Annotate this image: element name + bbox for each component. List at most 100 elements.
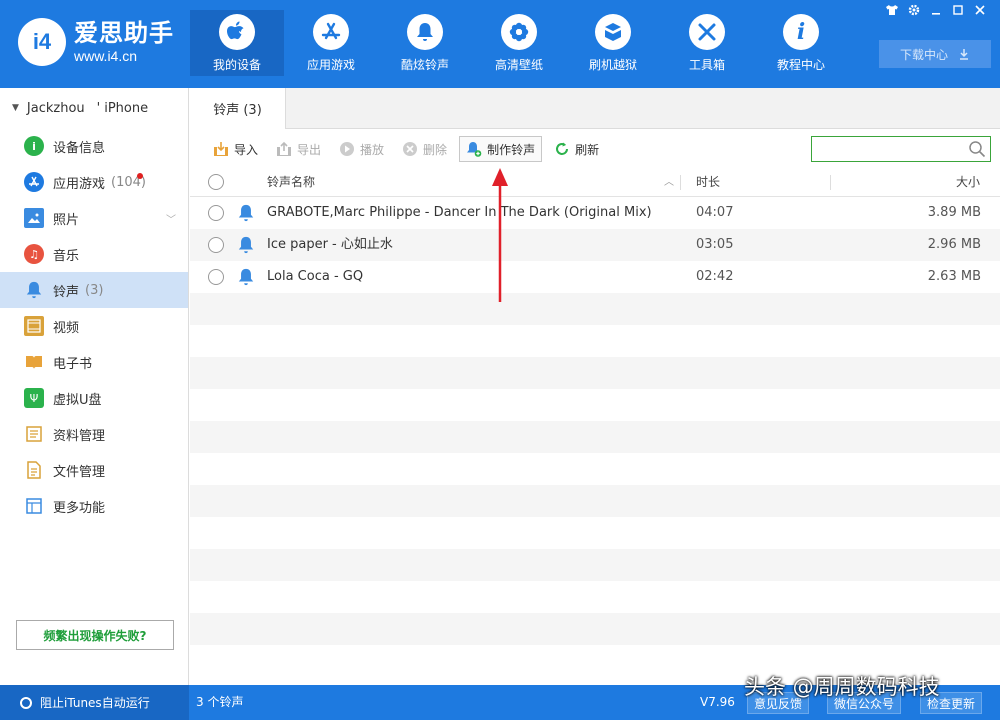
empty-row	[190, 421, 1000, 453]
sidebar: ▼ Jackzhou ' iPhone i 设备信息 应用游戏 (104) 照片…	[0, 88, 189, 685]
nav-label: 酷炫铃声	[400, 58, 449, 72]
sidebar-item-device-info[interactable]: i 设备信息	[0, 128, 188, 164]
bell-plus-icon	[466, 141, 482, 157]
sidebar-item-label: 铃声	[53, 284, 80, 300]
sidebar-item-ringtones[interactable]: 铃声 (3)	[0, 272, 188, 308]
table-row[interactable]: Lola Coca - GQ 02:42 2.63 MB	[190, 261, 1000, 293]
block-itunes-label: 阻止iTunes自动运行	[40, 696, 150, 710]
sidebar-item-label: 应用游戏	[53, 176, 106, 192]
notification-dot	[137, 173, 143, 179]
app-name: 爱思助手	[74, 19, 174, 47]
ringtone-name: Ice paper - 心如止水	[267, 237, 393, 252]
file-icon	[24, 460, 44, 480]
nav-my-device[interactable]: 我的设备	[190, 10, 284, 76]
ringtone-size: 2.63 MB	[927, 269, 981, 284]
bell-icon	[407, 14, 443, 50]
table-row[interactable]: Ice paper - 心如止水 03:05 2.96 MB	[190, 229, 1000, 261]
main-nav: 我的设备 应用游戏 酷炫铃声 高清壁纸 刷机越狱 工具箱 i 教程中心	[190, 10, 848, 76]
tab-bar: 铃声 (3)	[190, 88, 1000, 129]
refresh-label: 刷新	[575, 142, 600, 157]
nav-label: 高清壁纸	[494, 58, 543, 72]
nav-apps[interactable]: 应用游戏	[284, 10, 378, 76]
info-icon: i	[24, 136, 44, 156]
grid-icon	[24, 496, 44, 516]
device-selector[interactable]: ▼ Jackzhou ' iPhone	[0, 88, 188, 128]
play-button[interactable]: 播放	[333, 136, 390, 162]
help-button[interactable]: 频繁出现操作失败?	[16, 620, 174, 650]
info-icon: i	[783, 14, 819, 50]
export-button[interactable]: 导出	[270, 136, 327, 162]
device-separator: '	[96, 100, 101, 116]
ringtone-count: 3 个铃声	[196, 695, 244, 709]
sidebar-item-data-management[interactable]: 资料管理	[0, 416, 188, 452]
row-checkbox[interactable]	[208, 205, 224, 221]
minimize-icon[interactable]	[928, 4, 944, 18]
row-checkbox[interactable]	[208, 269, 224, 285]
sidebar-item-more[interactable]: 更多功能	[0, 488, 188, 524]
nav-ringtones[interactable]: 酷炫铃声	[378, 10, 472, 76]
table-row[interactable]: GRABOTE,Marc Philippe - Dancer In The Da…	[190, 197, 1000, 229]
sidebar-item-label: 电子书	[53, 356, 93, 372]
device-owner: Jackzhou	[26, 100, 85, 116]
import-button[interactable]: 导入	[207, 136, 264, 162]
download-center-button[interactable]: 下载中心	[879, 40, 991, 68]
toolbar: 导入 导出 播放 删除 制作铃声 刷新	[190, 130, 1000, 168]
nav-label: 应用游戏	[306, 58, 355, 72]
nav-flash-jailbreak[interactable]: 刷机越狱	[566, 10, 660, 76]
gear-icon[interactable]	[906, 4, 922, 18]
music-icon: ♫	[24, 244, 44, 264]
sidebar-item-music[interactable]: ♫ 音乐	[0, 236, 188, 272]
ringtone-name: GRABOTE,Marc Philippe - Dancer In The Da…	[267, 205, 652, 220]
shirt-icon[interactable]	[884, 4, 900, 18]
ringtone-duration: 02:42	[696, 269, 734, 284]
chevron-down-icon[interactable]: ﹀	[166, 211, 176, 226]
search-input[interactable]	[816, 138, 966, 160]
sort-up-icon[interactable]: ︿	[664, 168, 674, 197]
app-version: V7.96	[700, 695, 735, 709]
nav-label: 刷机越狱	[588, 58, 637, 72]
ringtone-duration: 04:07	[696, 205, 734, 220]
film-icon	[24, 316, 44, 336]
refresh-icon	[554, 141, 570, 157]
column-divider	[680, 175, 681, 190]
select-all-checkbox[interactable]	[208, 174, 224, 190]
block-itunes-toggle[interactable]: 阻止iTunes自动运行	[0, 685, 189, 720]
sidebar-item-file-management[interactable]: 文件管理	[0, 452, 188, 488]
sidebar-item-virtual-usb[interactable]: Ψ 虚拟U盘	[0, 380, 188, 416]
play-label: 播放	[360, 142, 385, 157]
sidebar-item-label: 文件管理	[53, 464, 106, 480]
empty-row	[190, 581, 1000, 613]
contacts-icon	[24, 424, 44, 444]
delete-button[interactable]: 删除	[396, 136, 453, 162]
close-icon[interactable]	[972, 4, 988, 18]
sidebar-item-ebooks[interactable]: 电子书	[0, 344, 188, 380]
make-ringtone-button[interactable]: 制作铃声	[459, 136, 543, 162]
ringtone-duration: 03:05	[696, 237, 734, 252]
bell-icon	[238, 204, 254, 222]
search-box[interactable]	[811, 136, 991, 162]
column-header-size[interactable]: 大小	[956, 168, 980, 197]
tab-ringtones[interactable]: 铃声 (3)	[190, 88, 286, 129]
nav-tutorials[interactable]: i 教程中心	[754, 10, 848, 76]
nav-toolbox[interactable]: 工具箱	[660, 10, 754, 76]
appstore-icon	[24, 172, 44, 192]
flower-icon	[501, 14, 537, 50]
column-header-name[interactable]: 铃声名称	[267, 168, 315, 197]
refresh-button[interactable]: 刷新	[548, 136, 605, 162]
sidebar-item-videos[interactable]: 视频	[0, 308, 188, 344]
nav-wallpapers[interactable]: 高清壁纸	[472, 10, 566, 76]
bell-icon	[24, 280, 44, 300]
search-icon[interactable]	[968, 140, 986, 158]
row-checkbox[interactable]	[208, 237, 224, 253]
nav-label: 教程中心	[776, 58, 825, 72]
sidebar-item-photos[interactable]: 照片 ﹀	[0, 200, 188, 236]
maximize-icon[interactable]	[950, 4, 966, 18]
import-label: 导入	[234, 142, 259, 157]
apple-icon	[219, 14, 255, 50]
sidebar-item-label: 照片	[53, 212, 80, 228]
column-header-duration[interactable]: 时长	[696, 168, 720, 197]
watermark: 头条 @周周数码科技	[744, 675, 940, 699]
sidebar-item-apps[interactable]: 应用游戏 (104)	[0, 164, 188, 200]
make-ringtone-label: 制作铃声	[487, 142, 536, 157]
empty-row	[190, 549, 1000, 581]
